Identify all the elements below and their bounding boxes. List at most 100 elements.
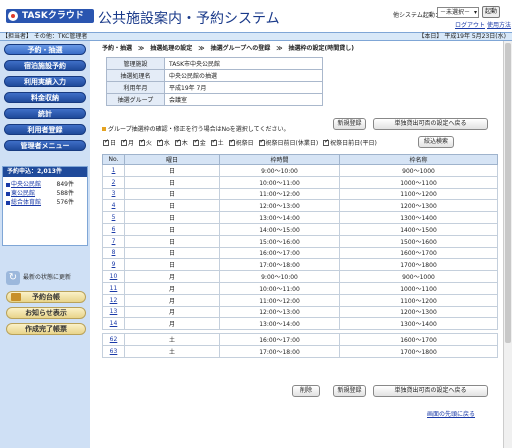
row-no-link[interactable]: 63 xyxy=(110,348,118,355)
row-no-cell: 8 xyxy=(102,246,125,260)
info-value: 会議室 xyxy=(164,93,323,106)
count-row[interactable]: 中央公民館 849件 xyxy=(6,181,86,189)
checkbox-icon xyxy=(323,138,329,146)
row-no-link[interactable]: 62 xyxy=(110,336,118,343)
bullet-icon xyxy=(6,192,10,196)
return-settings-button[interactable]: 単独貸出可否の設定へ戻る xyxy=(373,118,488,130)
day-label: 木 xyxy=(181,140,188,147)
column-header: 枠時間 xyxy=(219,154,340,165)
menu-statistics[interactable]: 統計 xyxy=(4,108,86,119)
row-no-cell: 9 xyxy=(102,258,125,272)
row-time: 11:00〜12:00 xyxy=(219,293,340,307)
return-settings-button-bottom[interactable]: 単独貸出可否の設定へ戻る xyxy=(373,385,488,397)
table-row: 8 日 16:00〜17:00 1600〜1700 xyxy=(102,246,498,260)
count-facility-name[interactable]: 中央公民館 xyxy=(11,181,41,189)
day-label: 祝祭日 xyxy=(235,140,254,147)
count-facility-name[interactable]: 東公民館 xyxy=(11,190,35,198)
bullet-icon xyxy=(6,201,10,205)
refresh-button[interactable]: ↻ 最新の状態に更新 xyxy=(6,271,86,285)
row-day: 月 xyxy=(124,317,220,331)
row-day: 日 xyxy=(124,258,220,272)
menu-fee-collection[interactable]: 料金収納 xyxy=(4,92,86,103)
row-no-link[interactable]: 3 xyxy=(112,190,116,197)
notice-button[interactable]: お知らせ表示 xyxy=(6,307,86,319)
count-row[interactable]: 総合体育館 576件 xyxy=(6,199,86,207)
day-checkbox[interactable]: 祝祭日前日(平日) xyxy=(323,138,377,147)
launch-button[interactable]: 起動 xyxy=(482,6,500,18)
count-value: 849件 xyxy=(56,181,74,188)
row-no-link[interactable]: 7 xyxy=(112,238,116,245)
row-no-cell: 63 xyxy=(102,344,125,358)
day-label: 日 xyxy=(110,140,117,147)
count-facility-name[interactable]: 総合体育館 xyxy=(11,199,41,207)
row-no-cell: 12 xyxy=(102,293,125,307)
menu-admin[interactable]: 管理者メニュー xyxy=(4,140,86,151)
reservation-ledger-button[interactable]: 予約台帳 xyxy=(6,291,86,303)
new-register-button-bottom[interactable]: 新規登録 xyxy=(333,385,366,397)
row-day: 日 xyxy=(124,187,220,201)
row-no-link[interactable]: 1 xyxy=(112,167,116,174)
column-header: 曜日 xyxy=(124,154,220,165)
checkbox-icon xyxy=(103,138,109,146)
count-row[interactable]: 東公民館 588件 xyxy=(6,190,86,198)
back-to-top-link[interactable]: 画面の先頭に戻る xyxy=(427,409,475,418)
day-label: 土 xyxy=(217,140,224,147)
table-row: 63 土 17:00〜18:00 1700〜1800 xyxy=(102,344,498,358)
day-checkbox[interactable]: 木 xyxy=(174,138,188,147)
row-no-link[interactable]: 2 xyxy=(112,179,116,186)
row-no-link[interactable]: 6 xyxy=(112,226,116,233)
task-cloud-logo: TASKクラウド xyxy=(6,9,94,23)
row-no-link[interactable]: 9 xyxy=(112,261,116,268)
day-label: 火 xyxy=(145,140,152,147)
completed-reports-button[interactable]: 作成完了帳票 xyxy=(6,323,86,335)
row-name: 1200〜1300 xyxy=(339,199,498,213)
row-no-link[interactable]: 10 xyxy=(110,273,118,280)
table-row: 14 月 13:00〜14:00 1300〜1400 xyxy=(102,317,498,331)
help-link[interactable]: 使用方法 xyxy=(487,20,511,29)
day-checkbox[interactable]: 月 xyxy=(120,138,134,147)
day-checkbox[interactable]: 祝祭日 xyxy=(228,138,254,147)
row-day: 土 xyxy=(124,344,220,358)
row-no-cell: 7 xyxy=(102,234,125,248)
table-row: 62 土 16:00〜17:00 1600〜1700 xyxy=(102,333,498,346)
table-row: 2 日 10:00〜11:00 1000〜1100 xyxy=(102,175,498,189)
main-content: 予約・抽選 ≫ 抽選処理の設定 ≫ 抽選グループへの登録 ≫ 抽選枠の設定(時間… xyxy=(92,41,512,448)
filter-search-button[interactable]: 絞込検索 xyxy=(418,136,454,148)
delete-button[interactable]: 削除 xyxy=(292,385,320,397)
scrollbar-thumb[interactable] xyxy=(505,43,511,343)
day-filter: 日 月 火 水 木 金 土 祝祭日 祝祭日前日(休業日) 祝祭日前日(平日) xyxy=(103,138,380,147)
menu-lodging-reservation[interactable]: 宿泊施設予約 xyxy=(4,60,86,71)
row-no-link[interactable]: 13 xyxy=(110,308,118,315)
logout-link[interactable]: ログアウト xyxy=(455,20,485,29)
checkbox-icon xyxy=(210,138,217,146)
row-time: 10:00〜11:00 xyxy=(219,175,340,189)
row-no-cell: 62 xyxy=(102,333,125,346)
row-no-cell: 13 xyxy=(102,305,125,319)
vertical-scrollbar[interactable] xyxy=(503,41,512,448)
row-no-link[interactable]: 4 xyxy=(112,202,116,209)
row-time: 12:00〜13:00 xyxy=(219,305,340,319)
day-checkbox[interactable]: 土 xyxy=(210,138,224,147)
row-no-cell: 1 xyxy=(102,164,125,177)
menu-user-registration[interactable]: 利用者登録 xyxy=(4,124,86,135)
new-register-button[interactable]: 新規登録 xyxy=(333,118,366,130)
row-no-link[interactable]: 8 xyxy=(112,249,116,256)
day-checkbox[interactable]: 日 xyxy=(103,138,116,147)
menu-usage-input[interactable]: 利用実績入力 xyxy=(4,76,86,87)
row-no-link[interactable]: 12 xyxy=(110,297,118,304)
day-label: 金 xyxy=(199,140,206,147)
book-icon xyxy=(11,293,21,301)
row-no-link[interactable]: 11 xyxy=(110,285,118,292)
system-select[interactable]: －未選択－ xyxy=(437,7,479,18)
day-checkbox[interactable]: 金 xyxy=(192,138,206,147)
row-time: 13:00〜14:00 xyxy=(219,211,340,224)
day-checkbox[interactable]: 祝祭日前日(休業日) xyxy=(258,138,318,147)
day-label: 祝祭日前日(平日) xyxy=(330,140,377,147)
row-no-link[interactable]: 5 xyxy=(112,214,116,221)
row-no-link[interactable]: 14 xyxy=(110,320,118,327)
day-checkbox[interactable]: 水 xyxy=(156,138,170,147)
day-checkbox[interactable]: 火 xyxy=(138,138,152,147)
row-name: 1000〜1100 xyxy=(339,281,498,295)
table-row: 9 日 17:00〜18:00 1700〜1800 xyxy=(102,258,498,272)
menu-reservation-lottery[interactable]: 予約・抽選 xyxy=(4,44,86,55)
